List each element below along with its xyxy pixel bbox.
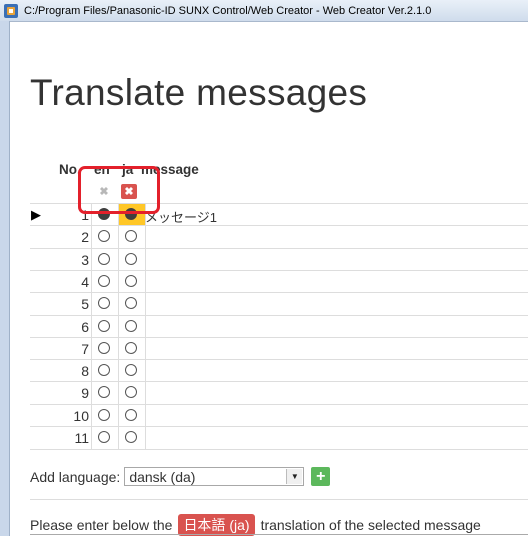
target-language-badge: 日本語 (ja) bbox=[178, 514, 255, 536]
en-status-radio[interactable] bbox=[98, 408, 110, 421]
cell-en[interactable] bbox=[91, 226, 119, 249]
cell-en[interactable] bbox=[91, 293, 119, 316]
row-number: 4 bbox=[81, 273, 89, 290]
instruction-before: Please enter below the bbox=[30, 517, 173, 533]
ja-status-radio[interactable] bbox=[125, 364, 137, 377]
en-status-radio[interactable] bbox=[98, 319, 110, 332]
highlight-annotation bbox=[78, 166, 160, 214]
instruction-text: Please enter below the 日本語 (ja) translat… bbox=[30, 514, 481, 536]
cell-en[interactable] bbox=[91, 427, 119, 449]
language-select-value: dansk (da) bbox=[129, 468, 196, 485]
add-language-button[interactable]: + bbox=[311, 467, 331, 486]
window-titlebar: C:/Program Files/Panasonic-ID SUNX Contr… bbox=[0, 0, 528, 22]
table-row[interactable]: 7 bbox=[30, 336, 528, 360]
window-title: C:/Program Files/Panasonic-ID SUNX Contr… bbox=[24, 4, 432, 17]
en-status-radio[interactable] bbox=[98, 230, 110, 243]
en-status-radio[interactable] bbox=[98, 341, 110, 354]
cell-ja[interactable] bbox=[118, 404, 146, 427]
cell-ja[interactable] bbox=[118, 315, 146, 338]
cell-en[interactable] bbox=[91, 337, 119, 360]
cell-ja[interactable] bbox=[118, 360, 146, 383]
language-select[interactable]: dansk (da) ▼ bbox=[124, 467, 305, 486]
cell-en[interactable] bbox=[91, 382, 119, 405]
ja-status-radio[interactable] bbox=[125, 431, 137, 443]
page-title: Translate messages bbox=[30, 72, 368, 113]
ja-status-radio[interactable] bbox=[125, 297, 137, 310]
cell-ja[interactable] bbox=[118, 226, 146, 249]
cell-en[interactable] bbox=[91, 270, 119, 293]
row-number: 5 bbox=[81, 296, 89, 313]
add-language-row: Add language: dansk (da) ▼ + bbox=[30, 467, 331, 486]
add-language-label: Add language: bbox=[30, 468, 121, 485]
table-row[interactable]: 3 bbox=[30, 247, 528, 271]
ja-status-radio[interactable] bbox=[125, 274, 137, 287]
en-status-radio[interactable] bbox=[98, 431, 110, 443]
row-number: 2 bbox=[81, 229, 89, 246]
ja-status-radio[interactable] bbox=[125, 386, 137, 399]
table-row[interactable]: 10 bbox=[30, 403, 528, 427]
cell-en[interactable] bbox=[91, 248, 119, 271]
cell-ja[interactable] bbox=[118, 427, 146, 449]
en-status-radio[interactable] bbox=[98, 274, 110, 287]
window-left-frame bbox=[0, 21, 10, 536]
ja-status-radio[interactable] bbox=[125, 230, 137, 243]
app-icon bbox=[4, 3, 18, 18]
row-number: 11 bbox=[74, 430, 89, 446]
ja-status-radio[interactable] bbox=[125, 319, 137, 332]
row-number: 6 bbox=[81, 318, 89, 335]
instruction-after: translation of the selected message bbox=[260, 517, 481, 533]
table-row[interactable]: 2 bbox=[30, 225, 528, 249]
table-row[interactable]: 6 bbox=[30, 314, 528, 338]
ja-status-radio[interactable] bbox=[125, 408, 137, 421]
input-top-border bbox=[30, 534, 528, 535]
cell-ja[interactable] bbox=[118, 382, 146, 405]
table-row[interactable]: 9 bbox=[30, 381, 528, 405]
cell-en[interactable] bbox=[91, 360, 119, 383]
chevron-down-icon[interactable]: ▼ bbox=[286, 469, 303, 484]
en-status-radio[interactable] bbox=[98, 364, 110, 377]
row-number: 9 bbox=[81, 385, 89, 402]
ja-status-radio[interactable] bbox=[125, 341, 137, 354]
cell-ja[interactable] bbox=[118, 293, 146, 316]
ja-status-radio[interactable] bbox=[125, 252, 137, 265]
cell-ja[interactable] bbox=[118, 248, 146, 271]
cell-ja[interactable] bbox=[118, 270, 146, 293]
table-row[interactable]: 8 bbox=[30, 359, 528, 383]
cell-en[interactable] bbox=[91, 404, 119, 427]
en-status-radio[interactable] bbox=[98, 252, 110, 265]
row-number: 3 bbox=[81, 251, 89, 268]
current-row-pointer-icon: ▶ bbox=[31, 207, 41, 222]
table-row[interactable]: 11 bbox=[30, 426, 528, 450]
divider bbox=[30, 499, 528, 500]
row-number: 8 bbox=[81, 363, 89, 380]
cell-ja[interactable] bbox=[118, 337, 146, 360]
cell-en[interactable] bbox=[91, 315, 119, 338]
table-row[interactable]: 4 bbox=[30, 269, 528, 293]
row-number: 7 bbox=[81, 340, 89, 357]
en-status-radio[interactable] bbox=[98, 297, 110, 310]
table-row[interactable]: 5 bbox=[30, 292, 528, 316]
row-number: 10 bbox=[73, 407, 89, 424]
en-status-radio[interactable] bbox=[98, 386, 110, 399]
